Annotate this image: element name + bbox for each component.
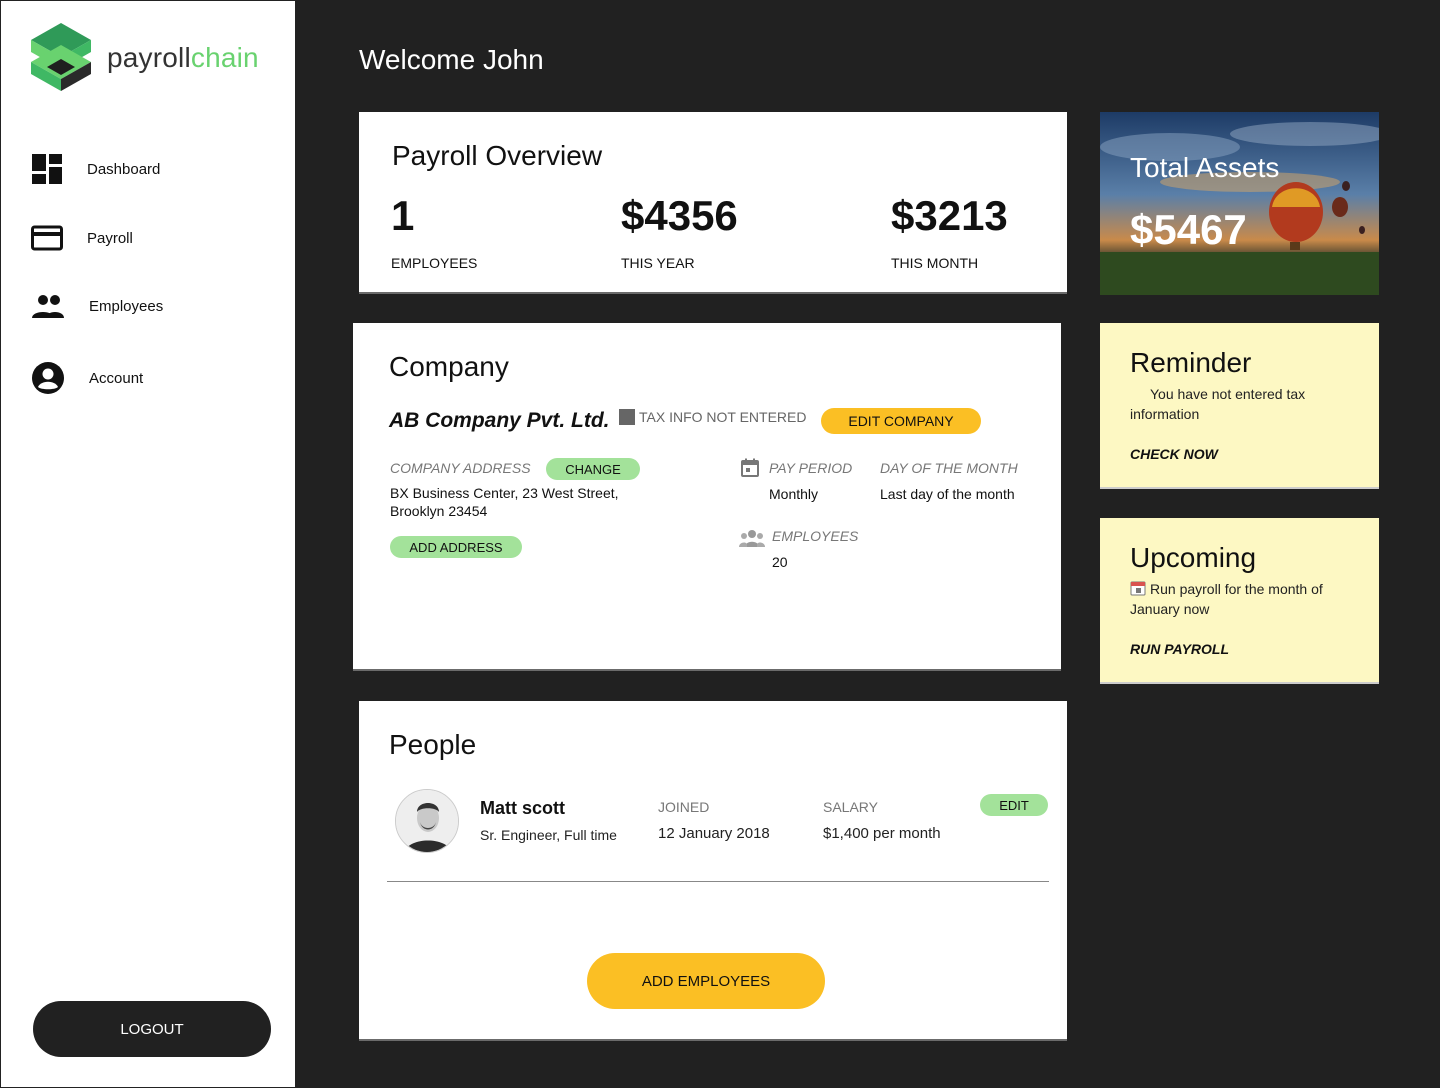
overview-title: Payroll Overview bbox=[392, 140, 603, 171]
upcoming-text: Run payroll for the month of January now bbox=[1130, 581, 1323, 617]
company-address-label: COMPANY ADDRESS bbox=[390, 460, 531, 476]
reminder-text: You have not entered tax information bbox=[1130, 386, 1306, 422]
company-address-line2: Brooklyn 23454 bbox=[390, 503, 488, 519]
employees-count-value: 20 bbox=[772, 554, 788, 570]
day-of-month-value: Last day of the month bbox=[880, 486, 1015, 502]
payrollchain-logo-icon bbox=[31, 23, 91, 91]
check-now-link[interactable]: CHECK NOW bbox=[1130, 446, 1218, 462]
add-employees-button[interactable]: ADD EMPLOYEES bbox=[587, 953, 825, 1009]
edit-employee-button[interactable]: EDIT bbox=[980, 794, 1048, 816]
company-card: Company AB Company Pvt. Ltd. TAX INFO NO… bbox=[353, 323, 1061, 671]
joined-value: 12 January 2018 bbox=[658, 825, 770, 842]
sidebar-item-label: Dashboard bbox=[87, 160, 161, 178]
brand-name: payrollchain bbox=[107, 42, 259, 73]
employees-count-label: EMPLOYEES bbox=[772, 528, 859, 544]
divider bbox=[387, 881, 1049, 882]
day-of-month-label: DAY OF THE MONTH bbox=[880, 460, 1018, 476]
people-card: People Matt scott Sr. Engineer, Full tim… bbox=[359, 701, 1067, 1041]
stat-this-month-label: THIS MONTH bbox=[891, 255, 979, 271]
payroll-overview-card: Payroll Overview 1 EMPLOYEES $4356 THIS … bbox=[359, 112, 1067, 294]
joined-label: JOINED bbox=[658, 799, 710, 815]
company-title: Company bbox=[389, 351, 509, 382]
upcoming-card: Upcoming Run payroll for the month of Ja… bbox=[1100, 518, 1379, 684]
run-payroll-link[interactable]: RUN PAYROLL bbox=[1130, 641, 1229, 657]
stat-this-year-value: $4356 bbox=[621, 192, 738, 239]
reminder-card: Reminder You have not entered tax inform… bbox=[1100, 323, 1379, 489]
salary-value: $1,400 per month bbox=[823, 825, 941, 842]
add-address-button[interactable]: ADD ADDRESS bbox=[390, 536, 522, 558]
total-assets-title: Total Assets bbox=[1130, 152, 1280, 183]
company-address-line1: BX Business Center, 23 West Street, bbox=[390, 485, 619, 501]
person-avatar-icon bbox=[396, 790, 458, 852]
company-name: AB Company Pvt. Ltd. bbox=[389, 409, 610, 432]
avatar[interactable] bbox=[395, 789, 459, 853]
stat-employees-value: 1 bbox=[391, 192, 415, 239]
tax-status-text: TAX INFO NOT ENTERED bbox=[639, 409, 807, 425]
sidebar-item-employees[interactable]: Employees bbox=[31, 291, 163, 321]
sidebar-item-account[interactable]: Account bbox=[31, 361, 143, 395]
change-address-button[interactable]: CHANGE bbox=[546, 458, 640, 480]
employee-role: Sr. Engineer, Full time bbox=[480, 827, 617, 843]
account-circle-icon bbox=[32, 362, 64, 394]
tax-status: TAX INFO NOT ENTERED bbox=[619, 409, 807, 425]
total-assets-card[interactable]: Total Assets $5467 bbox=[1100, 112, 1379, 295]
salary-label: SALARY bbox=[823, 799, 878, 815]
people-icon bbox=[32, 295, 64, 318]
employee-name[interactable]: Matt scott bbox=[480, 798, 565, 819]
edit-company-button[interactable]: EDIT COMPANY bbox=[821, 408, 981, 434]
page-title: Welcome John bbox=[359, 44, 544, 75]
tax-status-icon bbox=[619, 409, 635, 425]
pay-period-value: Monthly bbox=[769, 486, 819, 502]
stat-this-month-value: $3213 bbox=[891, 192, 1008, 239]
sidebar: payrollchain Dashboard Payroll Employees bbox=[0, 0, 296, 1088]
sidebar-item-label: Account bbox=[89, 369, 144, 387]
balloon-landscape-image bbox=[1100, 112, 1379, 295]
calendar-icon bbox=[741, 458, 759, 477]
dashboard-icon bbox=[32, 154, 62, 184]
people-title: People bbox=[389, 729, 477, 760]
stat-this-year-label: THIS YEAR bbox=[621, 255, 695, 271]
credit-card-icon bbox=[31, 225, 63, 251]
sidebar-item-payroll[interactable]: Payroll bbox=[31, 223, 133, 253]
reminder-title: Reminder bbox=[1130, 347, 1252, 378]
pay-period-label: PAY PERIOD bbox=[769, 460, 853, 476]
sidebar-item-dashboard[interactable]: Dashboard bbox=[31, 153, 160, 185]
brand-logo[interactable]: payrollchain bbox=[31, 23, 259, 93]
stat-employees-label: EMPLOYEES bbox=[391, 255, 478, 271]
total-assets-value: $5467 bbox=[1130, 206, 1247, 253]
sidebar-item-label: Employees bbox=[89, 297, 164, 315]
group-icon bbox=[739, 530, 765, 547]
sidebar-item-label: Payroll bbox=[87, 229, 133, 247]
upcoming-title: Upcoming bbox=[1130, 542, 1257, 573]
logout-button[interactable]: LOGOUT bbox=[33, 1001, 271, 1057]
